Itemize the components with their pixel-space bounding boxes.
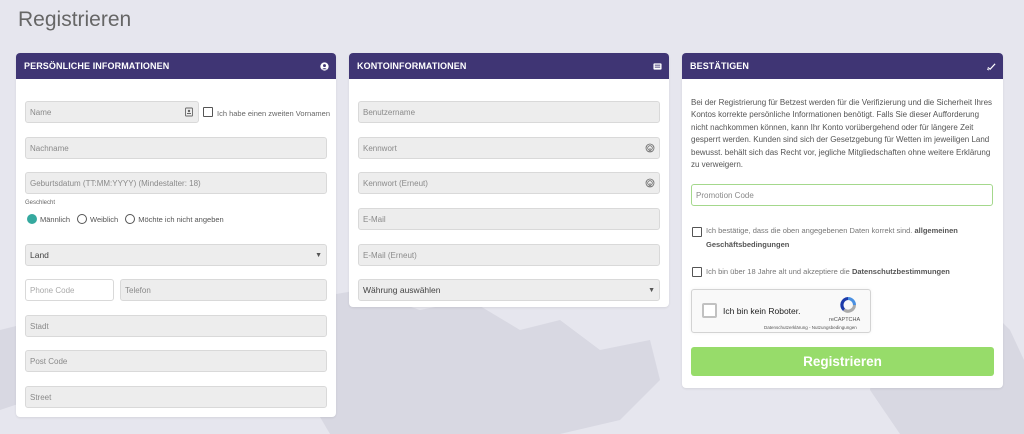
email-input[interactable]: E-Mail xyxy=(358,208,660,230)
email-repeat-placeholder: E-Mail (Erneut) xyxy=(363,250,417,260)
personal-info-title: Persönliche Informationen xyxy=(24,61,170,71)
fingerprint-icon[interactable] xyxy=(645,178,655,188)
privacy-prefix: Ich bin über 18 Jahre alt und akzeptiere… xyxy=(706,267,850,276)
city-input[interactable]: Stadt xyxy=(25,315,327,337)
register-submit-button[interactable]: Registrieren xyxy=(691,347,994,376)
registration-info-text: Bei der Registrierung für Betzest werden… xyxy=(691,98,993,170)
recaptcha-widget: Ich bin kein Roboter. reCAPTCHA Datensch… xyxy=(691,289,871,333)
street-placeholder: Street xyxy=(30,392,52,402)
surname-placeholder: Nachname xyxy=(30,143,69,153)
phone-placeholder: Telefon xyxy=(125,285,151,295)
confirm-header: Bestätigen xyxy=(682,53,1003,79)
recaptcha-logo-icon xyxy=(840,297,856,313)
gender-female-radio[interactable] xyxy=(77,214,88,224)
postcode-input[interactable]: Post Code xyxy=(25,350,327,372)
phone-code-placeholder: Phone Code xyxy=(30,285,75,295)
account-info-header: Kontoinformationen xyxy=(349,53,669,79)
gender-unspecified-label: Möchte ich nicht angeben xyxy=(138,214,224,224)
username-input[interactable]: Benutzername xyxy=(358,101,660,123)
confirm-title: Bestätigen xyxy=(690,61,750,71)
checkmark-icon xyxy=(987,62,996,70)
confirm-card: Bestätigen Bei der Registrierung für Bet… xyxy=(682,53,1003,388)
account-info-card: Kontoinformationen Benutzername Kennwort… xyxy=(349,53,669,307)
privacy-checkbox[interactable] xyxy=(692,267,702,277)
user-circle-icon xyxy=(320,61,329,71)
gender-unspecified-radio[interactable] xyxy=(125,214,136,224)
dropdown-arrow-icon: ▼ xyxy=(648,286,655,294)
birthdate-input[interactable]: Geburtsdatum (TT:MM:YYYY) (Mindestalter:… xyxy=(25,172,327,194)
id-badge-icon xyxy=(185,107,193,117)
currency-select[interactable]: Währung auswählen ▼ xyxy=(358,279,660,301)
name-input[interactable]: Name xyxy=(25,101,199,123)
promotion-code-placeholder: Promotion Code xyxy=(696,190,754,200)
phone-code-input[interactable]: Phone Code xyxy=(25,279,114,301)
recaptcha-links[interactable]: Datenschutzerklärung - Nutzungsbedingung… xyxy=(764,325,857,330)
gender-radio-group: Männlich Weiblich Möchte ich nicht angeb… xyxy=(27,214,231,224)
terms-prefix: Ich bestätige, dass die oben angegebenen… xyxy=(706,226,913,235)
birthdate-placeholder: Geburtsdatum (TT:MM:YYYY) (Mindestalter:… xyxy=(30,178,201,188)
privacy-link[interactable]: Datenschutzbestimmungen xyxy=(852,267,950,276)
account-info-title: Kontoinformationen xyxy=(357,61,467,71)
password-repeat-placeholder: Kennwort (Erneut) xyxy=(363,178,428,188)
password-input[interactable]: Kennwort xyxy=(358,137,660,159)
promotion-code-input[interactable]: Promotion Code xyxy=(691,184,993,206)
terms-checkbox[interactable] xyxy=(692,227,702,237)
gender-female-label: Weiblich xyxy=(90,214,119,224)
second-name-label: Ich habe einen zweiten Vornamen xyxy=(217,109,330,118)
recaptcha-brand: reCAPTCHA xyxy=(829,317,861,323)
password-placeholder: Kennwort xyxy=(363,143,397,153)
city-placeholder: Stadt xyxy=(30,321,49,331)
email-placeholder: E-Mail xyxy=(363,214,386,224)
postcode-placeholder: Post Code xyxy=(30,356,68,366)
country-select[interactable]: Land ▼ xyxy=(25,244,327,266)
country-value: Land xyxy=(30,250,49,260)
personal-info-card: Persönliche Informationen Name Ich habe … xyxy=(16,53,336,417)
recaptcha-label: Ich bin kein Roboter. xyxy=(723,306,801,316)
street-input[interactable]: Street xyxy=(25,386,327,408)
phone-input[interactable]: Telefon xyxy=(120,279,327,301)
gender-male-radio[interactable] xyxy=(27,214,37,224)
dropdown-arrow-icon: ▼ xyxy=(315,251,322,259)
fingerprint-icon[interactable] xyxy=(645,143,655,153)
email-repeat-input[interactable]: E-Mail (Erneut) xyxy=(358,244,660,266)
second-name-checkbox[interactable] xyxy=(203,107,213,117)
recaptcha-checkbox[interactable] xyxy=(702,303,717,318)
username-placeholder: Benutzername xyxy=(363,107,416,117)
name-placeholder: Name xyxy=(30,107,52,117)
password-repeat-input[interactable]: Kennwort (Erneut) xyxy=(358,172,660,194)
currency-value: Währung auswählen xyxy=(363,285,441,295)
surname-input[interactable]: Nachname xyxy=(25,137,327,159)
personal-info-header: Persönliche Informationen xyxy=(16,53,336,79)
id-card-icon xyxy=(653,62,662,70)
gender-male-label: Männlich xyxy=(40,214,71,224)
privacy-text: Ich bin über 18 Jahre alt und akzeptiere… xyxy=(706,265,991,279)
gender-label: Geschlecht xyxy=(25,200,56,206)
terms-text: Ich bestätige, dass die oben angegebenen… xyxy=(706,224,991,252)
page-title: Registrieren xyxy=(18,8,132,31)
